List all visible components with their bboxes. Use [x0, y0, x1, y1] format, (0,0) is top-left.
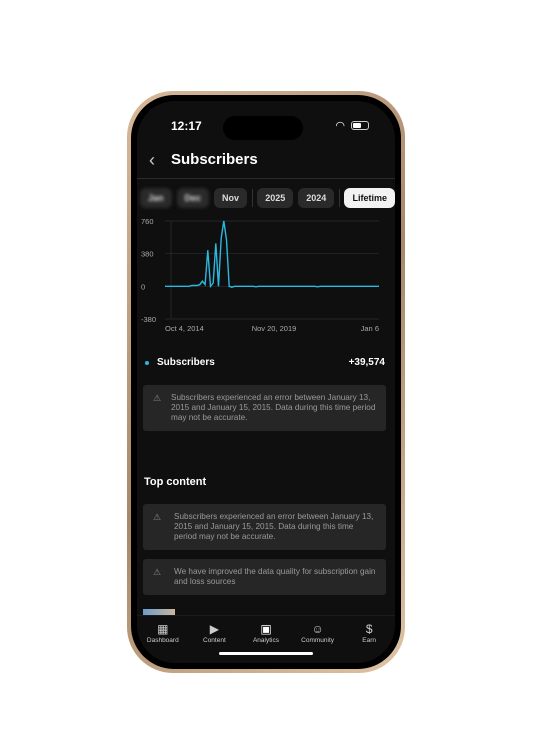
header: ‹ Subscribers — [137, 145, 395, 179]
legend-value: +39,574 — [348, 357, 385, 368]
nav-analytics[interactable]: ▣ Analytics — [244, 622, 288, 663]
legend: Subscribers +39,574 — [145, 357, 385, 368]
nav-label: Community — [301, 637, 335, 644]
home-indicator[interactable] — [219, 652, 313, 655]
notice-text: We have improved the data quality for su… — [174, 567, 376, 586]
back-button[interactable]: ‹ — [149, 150, 155, 171]
nav-label: Analytics — [252, 637, 279, 644]
bottom-nav: ▦ Dashboard ▶ Content ▣ Analytics ☺ Communit… — [137, 615, 395, 663]
dynamic-island — [223, 116, 303, 140]
clock: 12:17 — [171, 119, 202, 133]
page-title: Subscribers — [171, 151, 258, 168]
series-line-subscribers — [165, 220, 379, 289]
dashboard-icon: ▦ — [157, 622, 169, 636]
nav-label: Earn — [362, 637, 377, 644]
notice-text: Subscribers experienced an error between… — [174, 512, 374, 541]
dollar-icon: $ — [365, 622, 373, 636]
nav-community[interactable]: ☺ Community — [296, 622, 340, 663]
legend-label: Subscribers — [157, 357, 215, 368]
community-icon: ☺ — [311, 622, 324, 636]
warning-icon: ⚠ — [153, 567, 162, 577]
info-notice: ⚠ We have improved the data quality for s… — [143, 559, 386, 595]
nav-earn[interactable]: $ Earn — [347, 622, 391, 663]
battery-icon — [351, 121, 369, 130]
y-tick-label: 0 — [141, 282, 145, 291]
y-tick-label: -380 — [141, 315, 156, 324]
warning-icon: ⚠ — [153, 512, 162, 522]
top-content-title: Top content — [144, 476, 207, 488]
chip-2024[interactable]: 2024 — [298, 188, 335, 208]
x-tick-label: Nov 20, 2019 — [252, 324, 297, 333]
analytics-icon: ▣ — [260, 622, 272, 636]
x-tick-label: Jan 6 — [361, 324, 379, 333]
subscribers-chart: 760 380 0 -380 Oct 4, 2014 Nov 20, 2019 Jan 6 — [141, 219, 379, 333]
screen: 12:17 ◠ ‹ Subscribers Jan Dec Nov 2025 2… — [137, 101, 395, 663]
chip-dec[interactable]: Dec — [176, 188, 210, 208]
nav-dashboard[interactable]: ▦ Dashboard — [141, 622, 185, 663]
error-notice: ⚠ Subscribers experienced an error betwee… — [143, 385, 386, 431]
period-chips: Jan Dec Nov 2025 2024 Lifetime — [140, 188, 395, 208]
notice-text: Subscribers experienced an error between… — [171, 393, 376, 422]
chip-lifetime[interactable]: Lifetime — [344, 188, 395, 208]
legend-dot — [145, 360, 149, 365]
y-tick-label: 380 — [141, 250, 154, 259]
nav-label: Dashboard — [146, 637, 179, 644]
x-tick-label: Oct 4, 2014 — [165, 324, 204, 333]
chip-jan[interactable]: Jan — [140, 188, 172, 208]
nav-label: Content — [203, 637, 226, 644]
nav-content[interactable]: ▶ Content — [192, 622, 236, 663]
content-icon: ▶ — [209, 622, 219, 636]
chip-nov[interactable]: Nov — [214, 188, 248, 208]
error-notice: ⚠ Subscribers experienced an error betwee… — [143, 504, 386, 550]
wifi-icon: ◠ — [335, 120, 345, 132]
chip-2025[interactable]: 2025 — [257, 188, 294, 208]
phone-frame: 12:17 ◠ ‹ Subscribers Jan Dec Nov 2025 2… — [127, 91, 405, 673]
status-bar: 12:17 ◠ — [137, 113, 395, 140]
warning-icon: ⚠ — [153, 393, 162, 403]
y-tick-label: 760 — [141, 219, 154, 226]
